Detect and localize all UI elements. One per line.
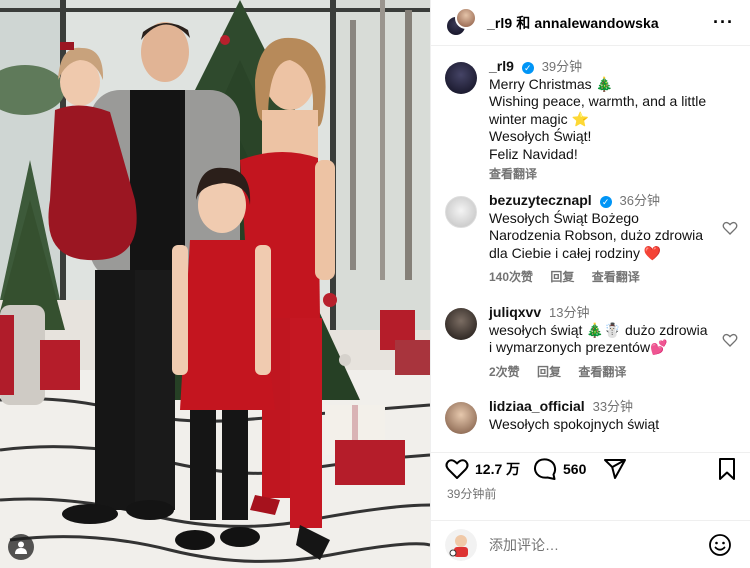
comment-text: Narodzenia Robson, dużo zdrowia	[489, 227, 704, 243]
avatar[interactable]	[445, 308, 477, 340]
comment-icon	[533, 458, 557, 480]
share-button[interactable]	[603, 457, 627, 481]
comment-text: i wymarzonych prezentów💕	[489, 339, 668, 355]
caption-line: Wesołych Świąt!	[489, 128, 592, 144]
comment-text: Wesołych Świąt Bożego	[489, 209, 639, 226]
comment-time: 13分钟	[549, 305, 590, 320]
post-side-panel: _rl9 和 annalewandowska ··· _rl9 ✓ 39分钟 M…	[430, 0, 750, 568]
caption-line: Feliz Navidad!	[489, 145, 578, 162]
comment-likes[interactable]: 2次赞	[489, 365, 520, 379]
see-translation-link[interactable]: 查看翻译	[592, 270, 640, 284]
add-comment-bar	[431, 520, 750, 568]
comment-button[interactable]: 560	[533, 457, 586, 481]
more-options-button[interactable]: ···	[713, 12, 734, 33]
emoji-icon[interactable]	[708, 533, 732, 557]
see-translation-link[interactable]: 查看翻译	[489, 167, 537, 181]
avatar[interactable]	[445, 196, 477, 228]
collab-avatars[interactable]	[445, 6, 477, 39]
caption-username[interactable]: _rl9	[489, 58, 514, 74]
verified-badge-icon: ✓	[599, 196, 612, 208]
comment-time: 33分钟	[592, 399, 634, 414]
like-comment-heart-icon[interactable]	[722, 332, 738, 348]
comment-text: Wesołych spokojnych świąt	[489, 415, 660, 432]
caption-time: 39分钟	[541, 59, 583, 74]
comment-item: bezuzytecznapl ✓ 36分钟 Wesołych Świąt Boż…	[431, 192, 750, 304]
heart-icon	[445, 459, 469, 479]
caption-line: Merry Christmas 🎄	[489, 75, 613, 92]
see-translation-link[interactable]: 查看翻译	[578, 365, 626, 379]
comment-text: dla Ciebie i całej rodziny ❤️	[489, 244, 662, 261]
share-icon	[604, 459, 626, 479]
comment-username[interactable]: lidziaa_official	[489, 398, 585, 414]
bookmark-icon	[719, 458, 735, 480]
post-photo[interactable]	[0, 0, 430, 568]
post-actions-bar: 12.7 万 560	[431, 452, 750, 484]
reply-button[interactable]: 回复	[550, 270, 574, 284]
comment-username[interactable]: bezuzytecznapl	[489, 192, 592, 208]
comment-input[interactable]	[489, 536, 689, 553]
comment-likes[interactable]: 140次赞	[489, 270, 533, 284]
comments-count[interactable]: 560	[563, 461, 586, 477]
caption-line: Wishing peace, warmth, and a little	[489, 93, 707, 109]
comment-item: juliqxvv 13分钟 wesołych świąt 🎄☃️ dużo zd…	[431, 304, 750, 398]
comment-username[interactable]: juliqxvv	[489, 304, 541, 320]
save-button[interactable]	[715, 457, 739, 481]
caption-line: winter magic ⭐	[489, 110, 589, 127]
avatar	[455, 6, 477, 29]
verified-badge-icon: ✓	[521, 62, 534, 74]
avatar[interactable]	[445, 402, 477, 434]
post-header: _rl9 和 annalewandowska ···	[431, 0, 750, 46]
comments-list[interactable]: _rl9 ✓ 39分钟 Merry Christmas 🎄 Wishing pe…	[431, 58, 750, 442]
reply-button[interactable]: 回复	[537, 365, 561, 379]
like-comment-heart-icon[interactable]	[722, 220, 738, 236]
family-christmas-photo	[0, 0, 430, 568]
likes-count[interactable]: 12.7 万	[475, 459, 520, 479]
post-authors[interactable]: _rl9 和 annalewandowska	[487, 13, 659, 33]
comment-text: wesołych świąt 🎄☃️ dużo zdrowia	[489, 321, 708, 338]
avatar[interactable]	[445, 62, 477, 94]
avatar	[445, 528, 477, 561]
post-caption: _rl9 ✓ 39分钟 Merry Christmas 🎄 Wishing pe…	[431, 58, 750, 192]
comment-time: 36分钟	[619, 193, 660, 208]
comment-item: lidziaa_official 33分钟 Wesołych spokojnyc…	[431, 398, 750, 442]
post-time-ago: 39分钟前	[447, 487, 497, 501]
like-button[interactable]: 12.7 万	[445, 457, 520, 481]
user-tag-icon[interactable]	[8, 534, 34, 560]
